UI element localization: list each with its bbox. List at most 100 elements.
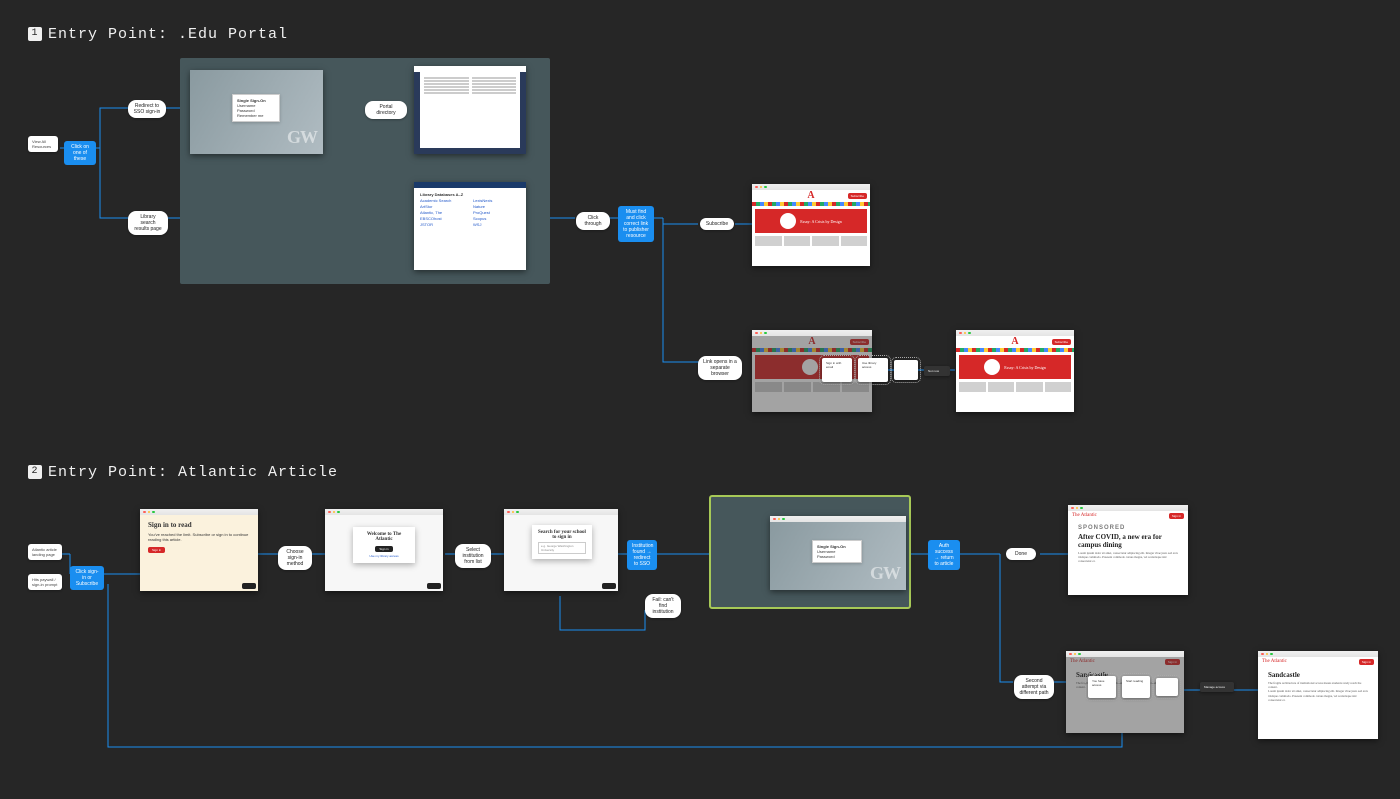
s1-pill-a[interactable]: Redirect to SSO sign-in xyxy=(128,100,166,118)
s1-right-pill[interactable]: Subscribe xyxy=(700,218,734,230)
s1-popunder-a[interactable]: Sign in with email xyxy=(822,358,852,382)
s1-atlantic-success[interactable]: ASubscribe Essay: A Crisis by Design xyxy=(956,330,1074,412)
s2-schoolfinder[interactable]: Search for your school to sign in e.g. G… xyxy=(504,509,618,591)
s2-article-success[interactable]: The AtlanticSign in SPONSORED After COVI… xyxy=(1068,505,1188,595)
s2-pill-4[interactable]: Done xyxy=(1006,548,1036,560)
s2-article-body: Lorem ipsum dolor sit amet, consectetur … xyxy=(1078,551,1178,564)
s2-article-section: SPONSORED xyxy=(1078,525,1178,531)
s2-blue-1[interactable]: Institution found → redirect to SSO xyxy=(627,540,657,570)
s2-popunder-c[interactable] xyxy=(1156,678,1178,696)
s1-start-chip[interactable]: Click on one of these xyxy=(64,141,96,165)
section-2-title: 2Entry Point: Atlantic Article xyxy=(28,464,338,481)
s1-alt-pill-text: Link opens in a separate browser xyxy=(703,359,737,377)
s2-popunder-a-text: You have access xyxy=(1092,679,1104,687)
s2-modal-link[interactable]: Use my library access xyxy=(359,554,409,558)
s1-mid-pill[interactable]: Click through xyxy=(576,212,610,230)
footer-chip xyxy=(602,583,616,589)
signin-badge[interactable]: Sign in xyxy=(1359,659,1374,665)
signin-badge[interactable]: Sign in xyxy=(1169,513,1184,519)
s2-start-card-a-text: Atlantic article landing page xyxy=(32,547,57,557)
section-1-badge: 1 xyxy=(28,27,42,41)
s2-article-title: After COVID, a new era for campus dining xyxy=(1078,533,1178,549)
footer-chip xyxy=(427,583,441,589)
section-1-title: 1 Entry Point: .Edu Portal xyxy=(28,26,288,43)
s1-list-link[interactable]: Atlantic, The xyxy=(420,210,467,215)
s2-popunder-a[interactable]: You have access xyxy=(1088,676,1116,698)
s1-pill-c[interactable]: Library search results page xyxy=(128,211,168,235)
s2-modal-title: Welcome to The Atlantic xyxy=(359,532,409,542)
s1-right-pill-text: Subscribe xyxy=(706,221,728,227)
s2-welcome-modal[interactable]: Welcome to The Atlantic Sign in Use my l… xyxy=(325,509,443,591)
s2-start-card-b[interactable]: Hits paywall / sign-in prompt xyxy=(28,574,62,590)
s2-popunder-d[interactable]: Manage access xyxy=(1200,682,1234,692)
s1-start-chip-text: Click on one of these xyxy=(71,144,89,162)
s1-popunder-c[interactable] xyxy=(894,360,918,380)
s1-list-link[interactable]: ProQuest xyxy=(473,210,520,215)
s1-blue-chip[interactable]: Must find and click correct link to publ… xyxy=(618,206,654,242)
s2-r2-article-title-2: Sandcastle xyxy=(1268,671,1368,679)
s2-pill-2[interactable]: Select institution from list xyxy=(455,544,491,568)
atlantic-name: The Atlantic xyxy=(1262,659,1287,665)
s2-pill-1-text: Choose sign-in method xyxy=(286,549,303,567)
s2-blue-2[interactable]: Auth success → return to article xyxy=(928,540,960,570)
s1-list-link[interactable]: EBSCOhost xyxy=(420,216,467,221)
s2-start-card-b-text: Hits paywall / sign-in prompt xyxy=(32,577,57,587)
s1-login-box[interactable]: Single Sign-On Username Password Remembe… xyxy=(232,94,280,122)
s2-sf-input[interactable]: e.g. George Washington University xyxy=(538,542,586,554)
s2-pill-4-text: Done xyxy=(1015,551,1027,557)
s2-start-chip-text: Click sign-in or Subscribe xyxy=(75,569,98,587)
s2-bottom-pill-text: Second attempt via different path xyxy=(1019,678,1048,696)
s2-start-card-a[interactable]: Atlantic article landing page xyxy=(28,544,62,560)
s2-article-paywall[interactable]: Sign in to read You’ve reached the limit… xyxy=(140,509,258,591)
s1-list-link[interactable]: ArtStor xyxy=(420,204,467,209)
s1-popunder-d-text: Not now xyxy=(928,369,939,373)
s1-pill-b-text: Portal directory xyxy=(376,104,395,116)
s1-popunder-b-text: Use library access xyxy=(862,361,876,369)
s2-modal[interactable]: Welcome to The Atlantic Sign in Use my l… xyxy=(353,527,415,563)
s2-popunder-b[interactable]: Start reading xyxy=(1122,676,1150,698)
s2-paywall-signin[interactable]: Sign in xyxy=(148,547,165,553)
section-1-text: Entry Point: .Edu Portal xyxy=(48,26,288,43)
s1-atlantic-home[interactable]: A Subscribe Essay: A Crisis by Design xyxy=(752,184,870,266)
s1-popunder-d[interactable]: Not now xyxy=(924,366,950,376)
s2-start-chip[interactable]: Click sign-in or Subscribe xyxy=(70,566,104,590)
s1-librarylist-screen[interactable]: Library Databases A–Z Academic Search Ar… xyxy=(414,182,526,270)
s1-sso-screen[interactable]: Single Sign-On Username Password Remembe… xyxy=(190,70,323,154)
s1-start-card[interactable]: View All Resources xyxy=(28,136,58,152)
s2-bottom-pill[interactable]: Second attempt via different path xyxy=(1014,675,1054,699)
s2-paywall-body: You’ve reached the limit. Subscribe or s… xyxy=(148,532,248,542)
section-2-text: Entry Point: Atlantic Article xyxy=(48,464,338,481)
s1-list-link[interactable]: JSTOR xyxy=(420,222,467,227)
s1-list-link[interactable]: Nature xyxy=(473,204,520,209)
s2-sf-hint: e.g. George Washington University xyxy=(541,544,573,552)
s1-directory-screen[interactable] xyxy=(414,66,526,154)
s1-pill-b[interactable]: Portal directory xyxy=(365,101,407,119)
atlantic-subscribe[interactable]: Subscribe xyxy=(1052,339,1071,345)
s2-loop-pill[interactable]: Fail: can't find institution xyxy=(645,594,681,618)
atlantic-subscribe[interactable]: Subscribe xyxy=(848,193,867,199)
s1-list-link[interactable]: LexisNexis xyxy=(473,198,520,203)
s1-list-link[interactable]: Scopus xyxy=(473,216,520,221)
s1-list-link[interactable]: WSJ xyxy=(473,222,520,227)
s1-alt-pill[interactable]: Link opens in a separate browser xyxy=(698,356,742,380)
s1-atlantic-popunder[interactable]: ASubscribe xyxy=(752,330,872,412)
atlantic-hero: Essay: A Crisis by Design xyxy=(800,219,842,224)
s2-sso-screen[interactable]: Single Sign-On Username Password xyxy=(770,516,906,590)
s1-list-link[interactable]: Academic Search xyxy=(420,198,467,203)
s2-pill-1[interactable]: Choose sign-in method xyxy=(278,546,312,570)
s1-blue-chip-text: Must find and click correct link to publ… xyxy=(623,209,649,239)
s1-mid-pill-text: Click through xyxy=(585,215,602,227)
s1-login-remember: Remember me xyxy=(237,113,263,118)
s1-popunder-b[interactable]: Use library access xyxy=(858,358,888,382)
s1-popunder-a-text: Sign in with email xyxy=(826,361,841,369)
s2-article-success-2[interactable]: The Atlantic Sign in Sandcastle The fragi… xyxy=(1258,651,1378,739)
footer-chip xyxy=(242,583,256,589)
s1-pill-c-text: Library search results page xyxy=(134,214,161,232)
s2-login-box[interactable]: Single Sign-On Username Password xyxy=(812,540,862,563)
s2-sf-modal[interactable]: Search for your school to sign in e.g. G… xyxy=(532,525,592,559)
s2-r2-article-sub-2: The fragile architecture of institutiona… xyxy=(1268,681,1368,689)
s2-pill-2-text: Select institution from list xyxy=(462,547,483,565)
s2-sf-title: Search for your school to sign in xyxy=(538,530,586,540)
s2-modal-signin[interactable]: Sign in xyxy=(375,546,392,552)
s2-loop-pill-text: Fail: can't find institution xyxy=(652,597,673,615)
